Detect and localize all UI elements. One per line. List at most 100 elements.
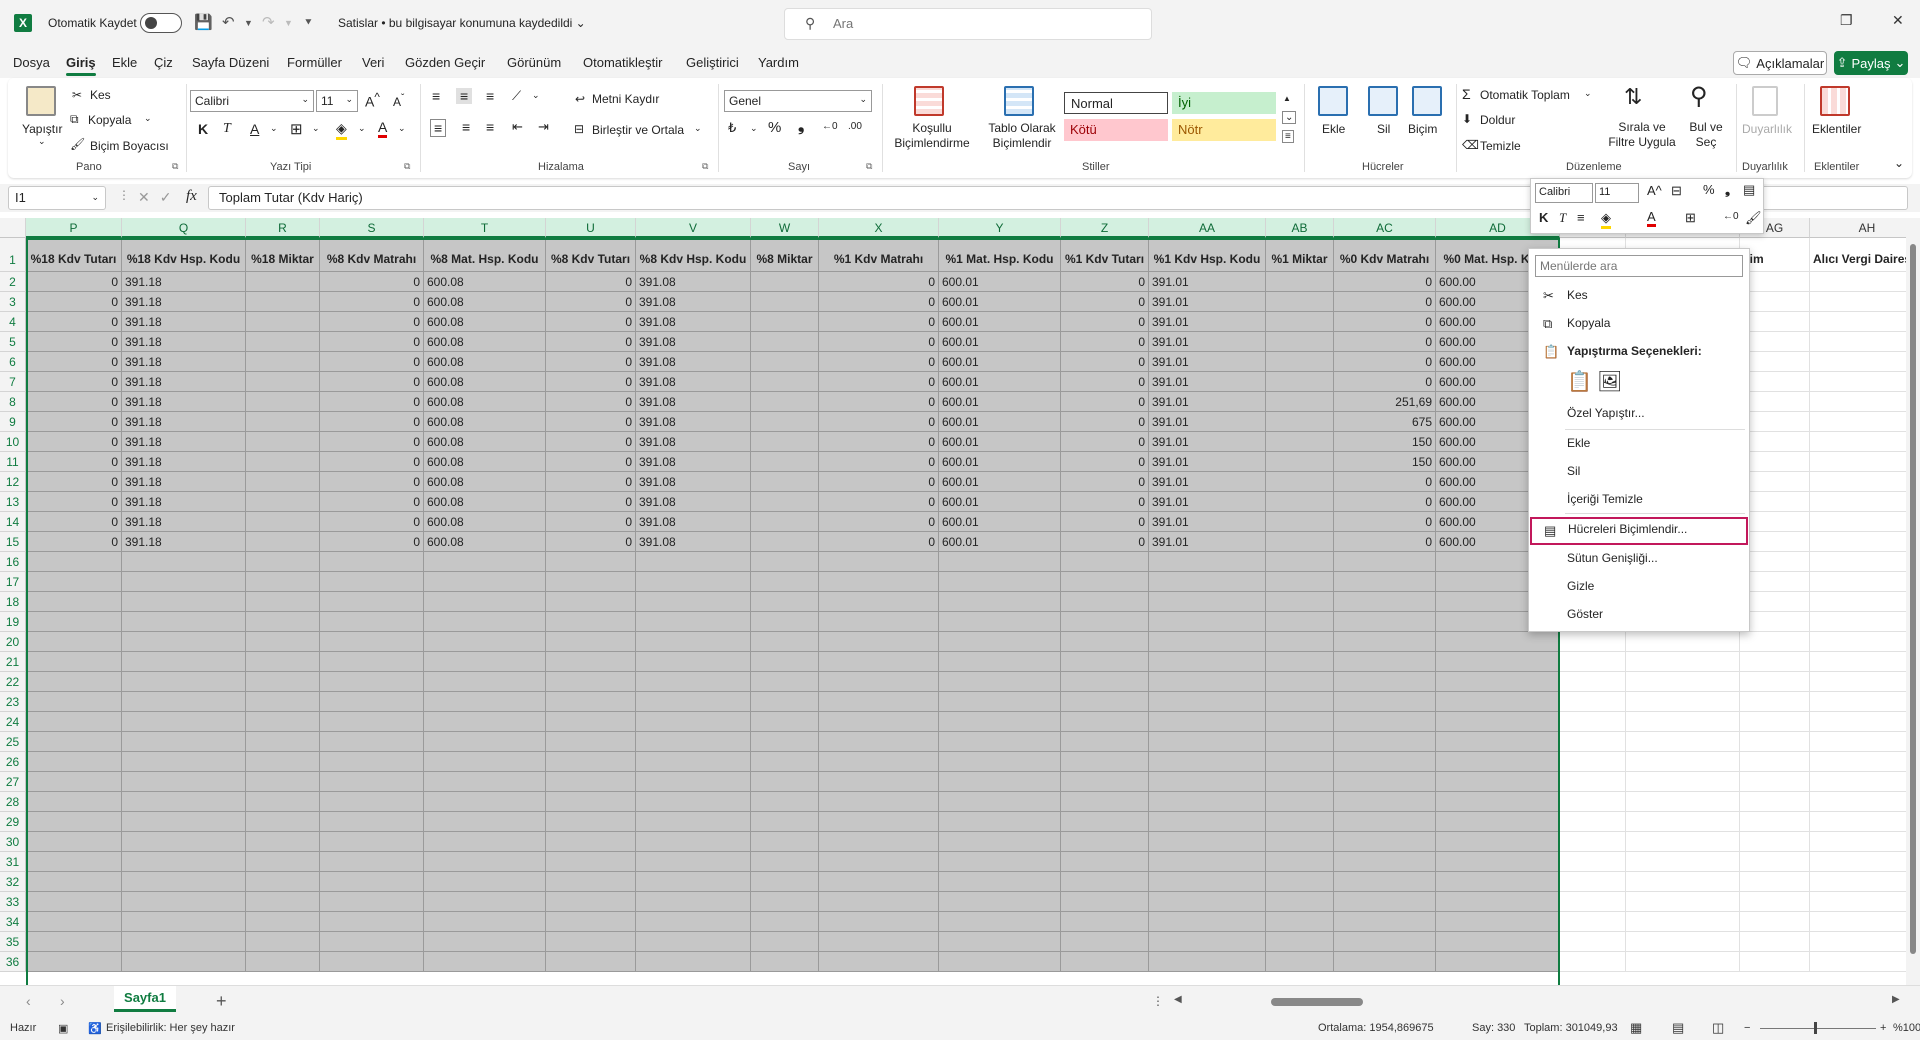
menu-item-paste-special[interactable]: Özel Yapıştır... [1529,401,1749,427]
table-cell[interactable] [1436,892,1560,912]
table-cell[interactable] [546,812,636,832]
currency-icon[interactable]: ₺ [728,120,736,136]
macro-record-icon[interactable]: ▣ [58,1022,68,1035]
zoom-slider-thumb[interactable] [1814,1022,1817,1034]
table-cell[interactable] [751,492,819,512]
add-sheet-icon[interactable]: + [216,991,227,1012]
table-cell[interactable]: 391.01 [1149,312,1266,332]
table-cell[interactable] [246,492,320,512]
table-cell[interactable] [1810,952,1906,972]
table-cell[interactable] [751,612,819,632]
column-title-cell[interactable]: %18 Kdv Hsp. Kodu [122,238,246,272]
table-cell[interactable] [939,772,1061,792]
addins-icon[interactable] [1820,86,1850,116]
table-cell[interactable] [1810,652,1906,672]
collapse-ribbon-icon[interactable]: ⌄ [1894,156,1904,170]
table-cell[interactable]: 391.18 [122,472,246,492]
table-cell[interactable]: 0 [320,472,424,492]
table-cell[interactable] [1626,832,1740,852]
autosave-toggle[interactable] [140,13,182,33]
table-cell[interactable] [546,692,636,712]
table-cell[interactable] [1061,572,1149,592]
autosum-icon[interactable]: Σ [1462,86,1471,102]
table-cell[interactable] [246,432,320,452]
table-cell[interactable] [246,512,320,532]
table-cell[interactable] [751,792,819,812]
table-cell[interactable]: 600.01 [939,512,1061,532]
page-break-view-icon[interactable]: ◫ [1712,1020,1724,1036]
tab-review[interactable]: Gözden Geçir [405,55,485,70]
menu-item-clear-contents[interactable]: İçeriği Temizle [1529,487,1749,513]
column-title-cell[interactable]: %1 Kdv Tutarı [1061,238,1149,272]
row-header-15[interactable]: 15 [0,532,26,552]
wrap-text-button[interactable]: Metni Kaydır [592,92,659,106]
column-title-cell[interactable]: %1 Kdv Hsp. Kodu [1149,238,1266,272]
table-cell[interactable] [320,672,424,692]
save-icon[interactable]: 💾 [194,13,213,31]
table-cell[interactable] [1626,732,1740,752]
table-cell[interactable] [1740,292,1810,312]
table-cell[interactable] [636,932,751,952]
table-cell[interactable]: 0 [1061,292,1149,312]
table-cell[interactable] [751,312,819,332]
row-header-6[interactable]: 6 [0,352,26,372]
alignment-launcher-icon[interactable]: ⧉ [702,161,708,172]
table-cell[interactable] [1061,812,1149,832]
table-cell[interactable] [819,892,939,912]
table-cell[interactable] [1810,932,1906,952]
table-cell[interactable] [1810,912,1906,932]
table-cell[interactable]: 0 [546,512,636,532]
table-cell[interactable] [1810,792,1906,812]
table-cell[interactable] [939,632,1061,652]
table-cell[interactable] [1560,952,1626,972]
table-cell[interactable] [26,592,122,612]
table-cell[interactable] [26,832,122,852]
column-header-p[interactable]: P [26,218,122,238]
table-cell[interactable]: 0 [546,272,636,292]
table-cell[interactable] [246,712,320,732]
font-name-combo[interactable]: Calibri ⌄ [190,90,314,112]
document-title[interactable]: Satislar • bu bilgisayar konumuna kayded… [338,16,586,30]
table-cell[interactable]: 391.08 [636,392,751,412]
table-cell[interactable]: 0 [320,452,424,472]
clear-button[interactable]: Temizle [1480,139,1521,153]
row-header-35[interactable]: 35 [0,932,26,952]
table-cell[interactable] [546,912,636,932]
table-cell[interactable] [1334,892,1436,912]
table-cell[interactable] [1061,732,1149,752]
table-cell[interactable] [26,872,122,892]
table-cell[interactable] [1740,572,1810,592]
table-cell[interactable]: 391.18 [122,292,246,312]
table-cell[interactable] [1266,772,1334,792]
table-cell[interactable] [424,852,546,872]
row-header-10[interactable]: 10 [0,432,26,452]
redo-dropdown-icon[interactable]: ▼ [284,18,293,28]
table-cell[interactable] [819,772,939,792]
table-cell[interactable]: 0 [1061,472,1149,492]
table-cell[interactable] [1810,352,1906,372]
table-cell[interactable]: 600.08 [424,272,546,292]
table-cell[interactable]: 600.08 [424,432,546,452]
tab-formulas[interactable]: Formüller [287,55,342,70]
table-cell[interactable] [1334,792,1436,812]
table-cell[interactable] [1740,332,1810,352]
table-cell[interactable]: 600.08 [424,372,546,392]
table-cell[interactable] [246,652,320,672]
table-cell[interactable] [1436,832,1560,852]
table-cell[interactable]: 0 [546,292,636,312]
increase-font-icon[interactable]: A^ [1647,183,1662,198]
table-cell[interactable]: 0 [26,412,122,432]
table-cell[interactable]: 0 [320,372,424,392]
table-cell[interactable]: 0 [1061,272,1149,292]
table-cell[interactable] [1266,912,1334,932]
table-cell[interactable] [819,652,939,672]
table-cell[interactable] [939,792,1061,812]
table-cell[interactable] [546,772,636,792]
table-cell[interactable] [819,672,939,692]
paste-button[interactable]: Yapıştır [22,122,62,136]
style-bad[interactable]: Kötü [1064,119,1168,141]
table-cell[interactable] [636,572,751,592]
find-select-icon[interactable]: ⚲ [1690,82,1708,111]
menu-item-cut[interactable]: ✂ Kes [1529,283,1749,309]
table-cell[interactable] [246,852,320,872]
